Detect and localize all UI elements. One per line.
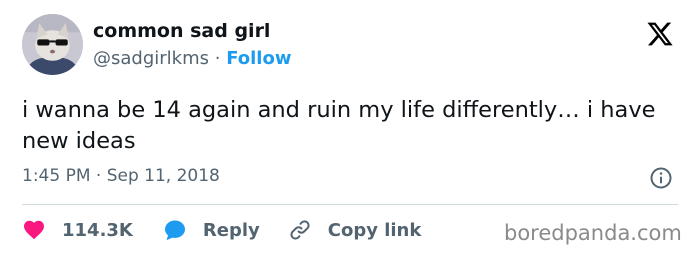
cat-avatar-icon	[22, 14, 83, 75]
likes-count: 114.3K	[62, 219, 133, 241]
like-button[interactable]: 114.3K	[22, 218, 133, 242]
tweet-timestamp[interactable]: 1:45 PM · Sep 11, 2018	[22, 166, 220, 186]
tweet-text: i wanna be 14 again and ruin my life dif…	[22, 97, 656, 154]
avatar[interactable]	[22, 14, 83, 75]
handle-row: @sadgirlkms · Follow	[93, 48, 291, 69]
reply-button[interactable]: Reply	[163, 218, 260, 242]
copy-link-button[interactable]: Copy link	[288, 218, 422, 242]
tweet-actions: 114.3K Reply Copy link	[22, 214, 421, 246]
heart-icon	[22, 218, 46, 242]
user-handle[interactable]: @sadgirlkms	[93, 48, 209, 69]
info-icon[interactable]	[649, 166, 673, 190]
separator-dot: ·	[214, 48, 221, 69]
divider	[22, 204, 678, 205]
copy-link-label: Copy link	[327, 219, 422, 241]
reply-label: Reply	[202, 219, 260, 241]
x-logo-icon[interactable]	[645, 20, 675, 48]
reply-bubble-icon	[163, 218, 187, 242]
tweet-card: common sad girl @sadgirlkms · Follow i w…	[0, 0, 700, 256]
watermark: boredpanda.com	[504, 221, 682, 245]
follow-button[interactable]: Follow	[226, 48, 291, 69]
display-name[interactable]: common sad girl	[93, 20, 270, 42]
link-icon	[288, 218, 312, 242]
